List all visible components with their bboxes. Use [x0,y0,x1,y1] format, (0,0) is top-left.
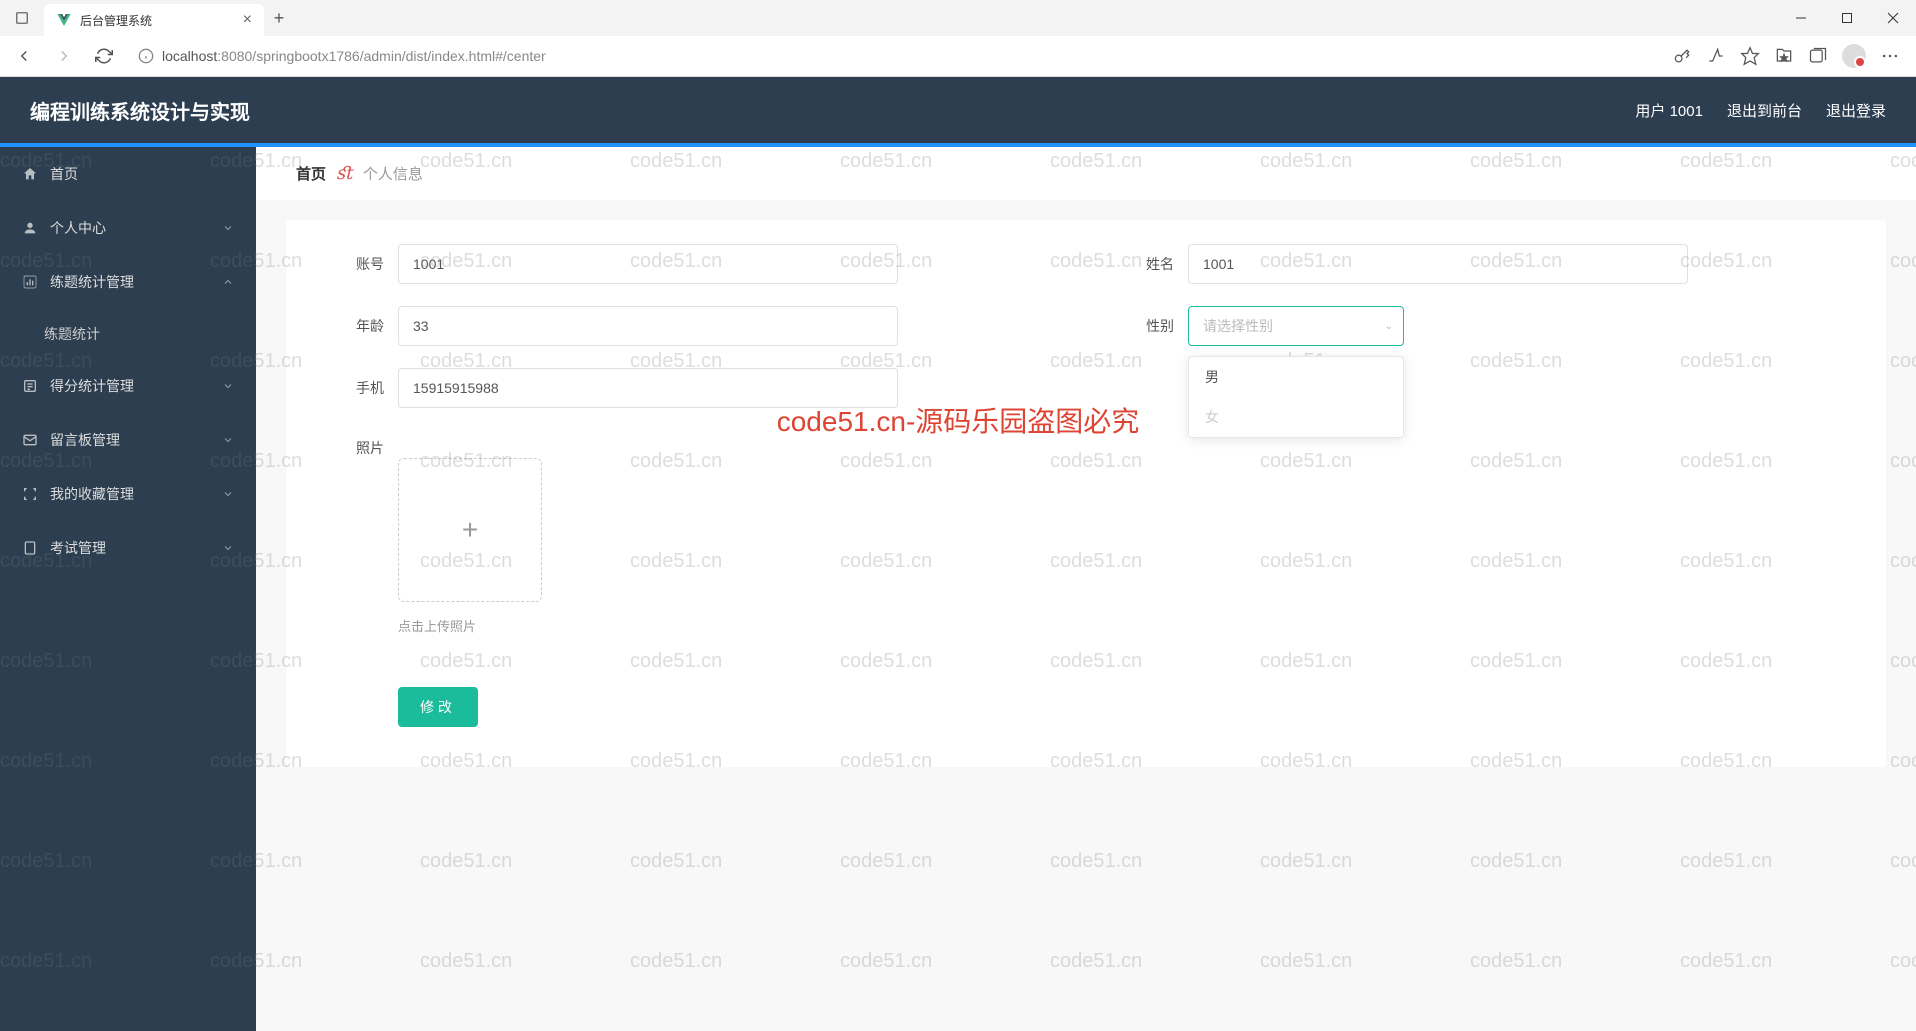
name-label: 姓名 [1116,254,1174,274]
logout-link[interactable]: 退出登录 [1826,100,1886,121]
browser-chrome: 后台管理系统 × + localhost:8080/springbootx178… [0,0,1916,77]
read-aloud-icon[interactable] [1706,46,1726,66]
brackets-icon [22,486,38,502]
browser-tab[interactable]: 后台管理系统 × [44,4,264,36]
tab-title: 后台管理系统 [80,12,235,29]
breadcrumb-home[interactable]: 首页 [296,163,326,184]
key-icon[interactable] [1672,46,1692,66]
chart-icon [22,274,38,290]
forward-button[interactable] [48,40,80,72]
logout-front-link[interactable]: 退出到前台 [1727,100,1802,121]
sidebar-item-home[interactable]: 首页 [0,147,256,201]
age-label: 年龄 [326,316,384,336]
window-controls [1778,0,1916,36]
gender-option-female[interactable]: 女 [1189,397,1403,437]
breadcrumb-separator-icon: ﬆ [336,163,353,184]
app-header: 编程训练系统设计与实现 用户 1001 退出到前台 退出登录 [0,77,1916,143]
sidebar-item-exercise-stats[interactable]: 练题统计管理 [0,255,256,309]
gender-dropdown: 男 女 [1188,356,1404,438]
new-tab-button[interactable]: + [264,8,294,29]
photo-label: 照片 [326,438,384,458]
profile-avatar[interactable] [1842,44,1866,68]
tab-close-icon[interactable]: × [243,11,252,29]
phone-input[interactable] [398,368,898,408]
back-button[interactable] [8,40,40,72]
sidebar-item-favorites[interactable]: 我的收藏管理 [0,467,256,521]
sidebar-item-messages[interactable]: 留言板管理 [0,413,256,467]
upload-hint: 点击上传照片 [398,616,1056,635]
content-area: 首页 ﬆ 个人信息 账号 姓名 年龄 性 [256,147,1916,1031]
phone-label: 手机 [326,378,384,398]
favorites-bar-icon[interactable] [1774,46,1794,66]
more-icon[interactable] [1880,46,1900,66]
gender-option-male[interactable]: 男 [1189,357,1403,397]
app-title: 编程训练系统设计与实现 [30,96,250,125]
gender-label: 性别 [1116,316,1174,336]
address-bar: localhost:8080/springbootx1786/admin/dis… [0,36,1916,76]
close-window-button[interactable] [1870,0,1916,36]
breadcrumb: 首页 ﬆ 个人信息 [256,147,1916,200]
list-icon [22,378,38,394]
account-input[interactable] [398,244,898,284]
chevron-down-icon: ⌄ [1385,321,1393,332]
name-input[interactable] [1188,244,1688,284]
user-icon [22,220,38,236]
age-input[interactable] [398,306,898,346]
url-host: localhost [162,48,217,64]
breadcrumb-current: 个人信息 [363,163,423,184]
photo-upload[interactable]: + [398,458,542,602]
home-icon [22,166,38,182]
gender-select[interactable]: 请选择性别 ⌄ [1188,306,1404,346]
maximize-button[interactable] [1824,0,1870,36]
account-label: 账号 [326,254,384,274]
plus-icon: + [462,514,478,546]
url-path: :8080/springbootx1786/admin/dist/index.h… [217,48,545,64]
tab-list-button[interactable] [0,0,44,36]
url-input[interactable]: localhost:8080/springbootx1786/admin/dis… [128,41,1664,71]
info-icon [138,48,154,64]
sidebar-item-score-stats[interactable]: 得分统计管理 [0,359,256,413]
minimize-button[interactable] [1778,0,1824,36]
chevron-down-icon [222,380,234,392]
collections-icon[interactable] [1808,46,1828,66]
doc-icon [22,540,38,556]
submit-button[interactable]: 修改 [398,687,478,727]
sidebar-item-exam[interactable]: 考试管理 [0,521,256,575]
chevron-down-icon [222,488,234,500]
chevron-down-icon [222,222,234,234]
favorite-icon[interactable] [1740,46,1760,66]
sidebar: 首页 个人中心 练题统计管理 练题统计 得分统计管理 留言板管理 我的收藏管理 [0,147,256,1031]
message-icon [22,432,38,448]
sidebar-item-personal[interactable]: 个人中心 [0,201,256,255]
gender-placeholder: 请选择性别 [1203,316,1273,336]
sidebar-subitem-exercise[interactable]: 练题统计 [0,309,256,359]
refresh-button[interactable] [88,40,120,72]
chevron-up-icon [222,276,234,288]
user-label[interactable]: 用户 1001 [1635,100,1703,121]
form-panel: 账号 姓名 年龄 性别 请选择性别 ⌄ [286,220,1886,767]
tab-bar: 后台管理系统 × + [0,0,1916,36]
chevron-down-icon [222,434,234,446]
vue-favicon-icon [56,12,72,28]
chevron-down-icon [222,542,234,554]
